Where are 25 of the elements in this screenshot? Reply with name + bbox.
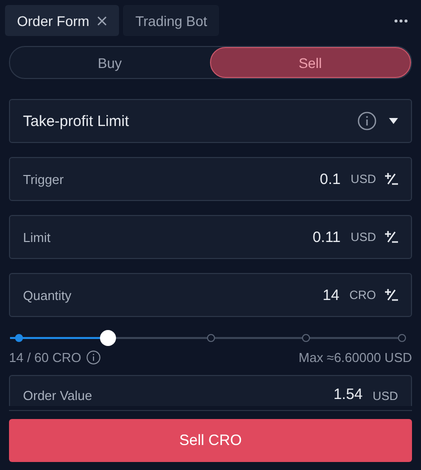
order-value-field: Order Value 1.54 USD bbox=[9, 375, 412, 406]
slider-step-dot[interactable] bbox=[302, 334, 310, 342]
slider-thumb[interactable] bbox=[100, 330, 116, 346]
info-icon[interactable] bbox=[86, 350, 102, 365]
more-icon[interactable] bbox=[394, 18, 408, 22]
close-icon[interactable] bbox=[97, 16, 108, 26]
side-button[interactable]: Sell bbox=[210, 47, 411, 78]
quantity-amount: 14 / 60 CRO bbox=[9, 350, 82, 365]
input-field[interactable]: Quantity 14 CRO bbox=[9, 273, 412, 317]
max-amount: Max ≈6.60000 USD bbox=[298, 350, 412, 365]
sell-button[interactable]: Sell CRO bbox=[9, 419, 412, 462]
plus-minus-icon[interactable] bbox=[384, 172, 398, 186]
plus-minus-icon[interactable] bbox=[384, 230, 398, 244]
tab[interactable]: Order Form bbox=[5, 5, 120, 36]
side-button[interactable]: Buy bbox=[10, 47, 210, 78]
slider-step-dot[interactable] bbox=[206, 334, 214, 342]
tab[interactable]: Trading Bot bbox=[123, 5, 220, 36]
plus-minus-icon[interactable] bbox=[384, 288, 398, 302]
slider-step-dot[interactable] bbox=[15, 334, 23, 342]
order-type-dropdown[interactable]: Take-profit Limit bbox=[9, 99, 412, 143]
input-field[interactable]: Trigger 0.1 USD bbox=[9, 157, 412, 201]
input-field[interactable]: Limit 0.11 USD bbox=[9, 215, 412, 259]
caret-icon bbox=[389, 118, 398, 124]
info-icon[interactable] bbox=[357, 111, 377, 131]
slider-step-dot[interactable] bbox=[398, 334, 406, 342]
